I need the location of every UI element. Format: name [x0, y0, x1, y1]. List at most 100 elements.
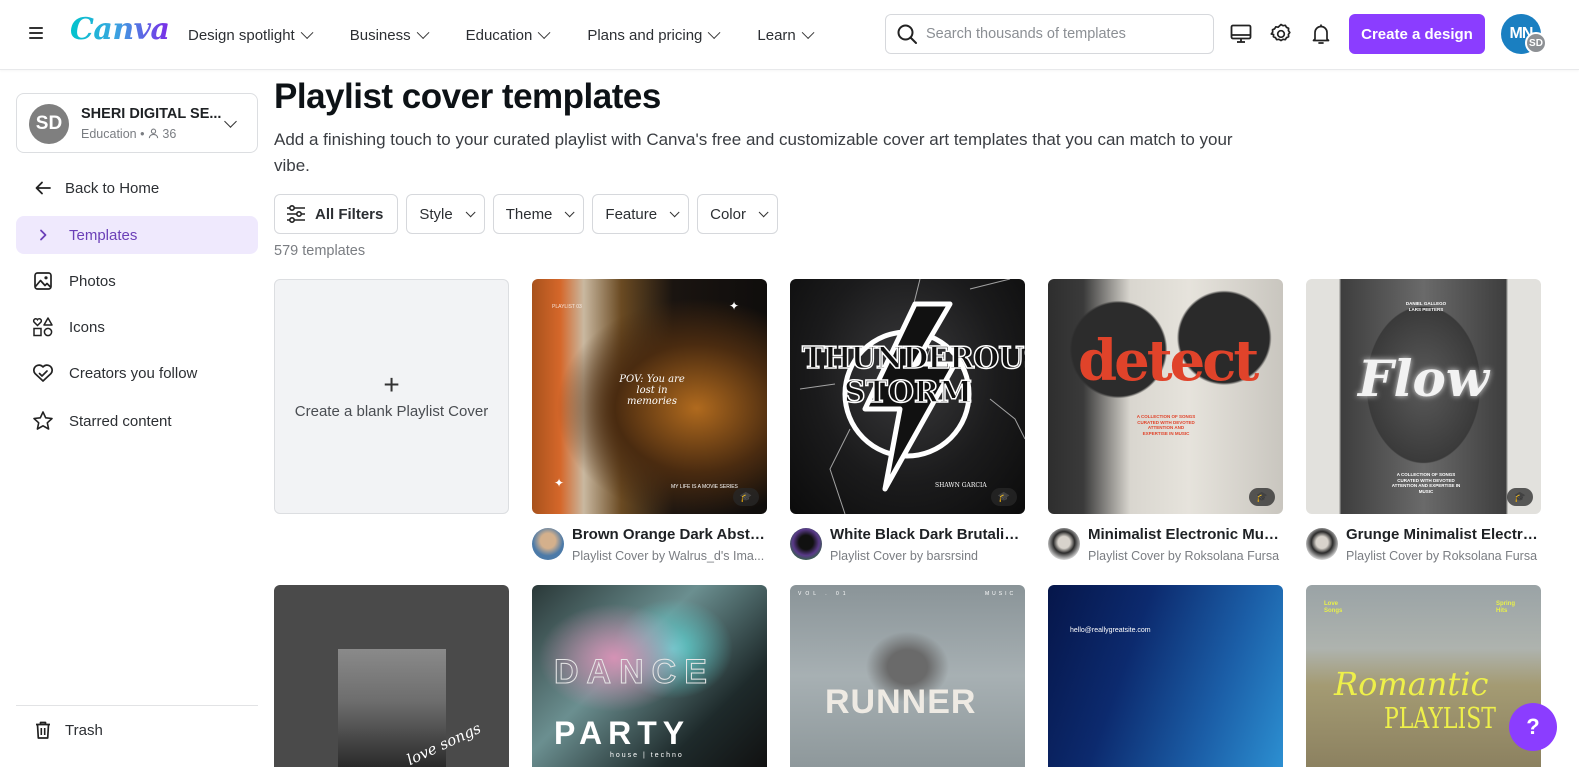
template-creator[interactable]: Playlist Cover by Roksolana Fursa: [1088, 549, 1283, 563]
thumb-text: PARTY: [554, 715, 691, 751]
back-label: Back to Home: [65, 179, 160, 197]
sidebar-item-templates[interactable]: Templates: [16, 216, 258, 254]
page-title: Playlist cover templates: [274, 77, 661, 116]
template-card[interactable]: VOL . 01 MUSIC RUNNER: [790, 585, 1025, 767]
template-card[interactable]: love songs: [274, 585, 509, 767]
image-icon: [32, 270, 54, 292]
template-card[interactable]: DANIEL GALLEGO LARS PEETERS Flow A COLLE…: [1306, 279, 1541, 514]
template-card[interactable]: Love Songs Spring Hits Romantic PLAYLIST: [1306, 585, 1541, 767]
template-card[interactable]: THUNDEROUS STORM SHAWN GARCIA 🎓: [790, 279, 1025, 514]
creator-avatar[interactable]: [532, 528, 564, 560]
creator-avatar[interactable]: [1306, 528, 1338, 560]
sliders-icon: [287, 204, 305, 224]
sidebar-item-label: Trash: [65, 721, 103, 739]
sidebar-item-creators[interactable]: Creators you follow: [16, 354, 258, 392]
back-to-home-link[interactable]: Back to Home: [16, 169, 258, 207]
filter-label: Style: [419, 205, 453, 223]
chevron-down-icon: [669, 206, 680, 217]
template-title[interactable]: Grunge Minimalist Electro...: [1346, 526, 1541, 543]
search-box[interactable]: [885, 14, 1214, 54]
sidebar-item-trash[interactable]: Trash: [16, 711, 258, 749]
all-filters-button[interactable]: All Filters: [274, 194, 399, 234]
thumb-text: PLAYLIST: [1384, 703, 1496, 736]
sidebar-item-starred[interactable]: Starred content: [16, 402, 258, 440]
thumb-text: THUNDEROUS: [801, 341, 1025, 376]
template-count: 579 templates: [274, 243, 366, 259]
team-name: SHERI DIGITAL SE...: [81, 106, 222, 122]
thumb-text: POV: You are lost in memories: [619, 374, 685, 407]
filter-style[interactable]: Style: [406, 194, 485, 234]
thumb-text: Romantic: [1334, 665, 1489, 703]
template-meta: White Black Dark Brutalist ... Playlist …: [790, 525, 1030, 565]
thumb-text: hello@reallygreatsite.com: [1070, 627, 1151, 634]
team-type: Education: [81, 127, 137, 141]
canva-logo[interactable]: Canva: [70, 12, 170, 47]
nav-education[interactable]: Education: [466, 25, 551, 44]
nav-learn[interactable]: Learn: [757, 25, 815, 44]
template-creator[interactable]: Playlist Cover by Walrus_d's Ima...: [572, 549, 767, 563]
template-title[interactable]: Minimalist Electronic Musi...: [1088, 526, 1283, 543]
template-card[interactable]: detect A COLLECTION OF SONGS CURATED WIT…: [1048, 279, 1283, 514]
sidebar-item-photos[interactable]: Photos: [16, 262, 258, 300]
menu-icon[interactable]: [26, 24, 46, 44]
thumb-text: A COLLECTION OF SONGS CURATED WITH DEVOT…: [1391, 472, 1461, 494]
page-description: Add a finishing touch to your curated pl…: [274, 130, 1233, 175]
filter-label: Feature: [605, 205, 658, 223]
team-switcher[interactable]: SD SHERI DIGITAL SE... Education • 36: [16, 93, 258, 153]
nav-label: Design spotlight: [188, 26, 295, 44]
creator-avatar[interactable]: [1048, 528, 1080, 560]
team-avatar-badge: SD: [1525, 32, 1547, 54]
thumb-text: MUSIC: [985, 591, 1017, 597]
thumb-text: Love Songs: [1324, 601, 1343, 614]
settings-gear-icon[interactable]: [1269, 22, 1293, 46]
thumb-text: PLAYLIST 03: [552, 304, 582, 310]
create-design-button[interactable]: Create a design: [1349, 14, 1485, 54]
filter-color[interactable]: Color: [697, 194, 778, 234]
nav-business[interactable]: Business: [350, 25, 430, 44]
create-blank-card[interactable]: + Create a blank Playlist Cover: [274, 279, 509, 514]
chevron-down-icon: [224, 115, 237, 128]
plus-icon: +: [383, 369, 400, 400]
thumb-text: DANCE: [554, 653, 715, 692]
template-title[interactable]: White Black Dark Brutalist ...: [830, 526, 1025, 543]
sidebar-item-label: Templates: [69, 226, 138, 244]
sidebar-item-label: Icons: [69, 318, 105, 336]
nav-plans-pricing[interactable]: Plans and pricing: [587, 25, 721, 44]
template-title[interactable]: Brown Orange Dark Abstra...: [572, 526, 767, 543]
filter-label: Theme: [505, 205, 553, 223]
filter-bar: All Filters Style Theme Feature Color: [274, 194, 786, 234]
nav-label: Plans and pricing: [587, 26, 703, 44]
star-icon: [32, 410, 54, 432]
thumb-text: SHAWN GARCIA: [935, 482, 987, 489]
thumb-text: MY LIFE IS A MOVIE SERIES: [671, 484, 738, 490]
template-creator[interactable]: Playlist Cover by barsrsind: [830, 549, 1025, 563]
help-button[interactable]: ?: [1509, 703, 1557, 751]
trash-icon: [32, 719, 54, 741]
members-icon: [148, 128, 159, 139]
sidebar-item-icons[interactable]: Icons: [16, 308, 258, 346]
template-creator[interactable]: Playlist Cover by Roksolana Fursa: [1346, 549, 1541, 563]
sparkle-icon: ✦: [554, 476, 565, 490]
sidebar-item-label: Photos: [69, 272, 116, 290]
blank-card-label: Create a blank Playlist Cover: [294, 403, 489, 420]
nav-design-spotlight[interactable]: Design spotlight: [188, 25, 314, 44]
notifications-bell-icon[interactable]: [1309, 22, 1333, 46]
search-input[interactable]: [926, 26, 1206, 42]
team-meta: Education • 36: [81, 127, 177, 141]
template-card[interactable]: hello@reallygreatsite.com: [1048, 585, 1283, 767]
desktop-icon[interactable]: [1229, 22, 1253, 46]
arrow-left-icon: [32, 177, 54, 199]
thumb-text: Flow: [1358, 349, 1489, 408]
chevron-down-icon: [538, 25, 551, 39]
top-header: Canva Design spotlight Business Educatio…: [0, 0, 1579, 70]
template-card[interactable]: DANCE PARTY house | techno: [532, 585, 767, 767]
team-member-count: 36: [162, 127, 177, 141]
template-card[interactable]: PLAYLIST 03 POV: You are lost in memorie…: [532, 279, 767, 514]
chevron-down-icon: [708, 25, 721, 39]
filter-label: Color: [710, 205, 746, 223]
sidebar-divider: [16, 705, 258, 706]
creator-avatar[interactable]: [790, 528, 822, 560]
filter-theme[interactable]: Theme: [492, 194, 585, 234]
education-badge-icon: 🎓: [1507, 488, 1533, 506]
filter-feature[interactable]: Feature: [592, 194, 690, 234]
